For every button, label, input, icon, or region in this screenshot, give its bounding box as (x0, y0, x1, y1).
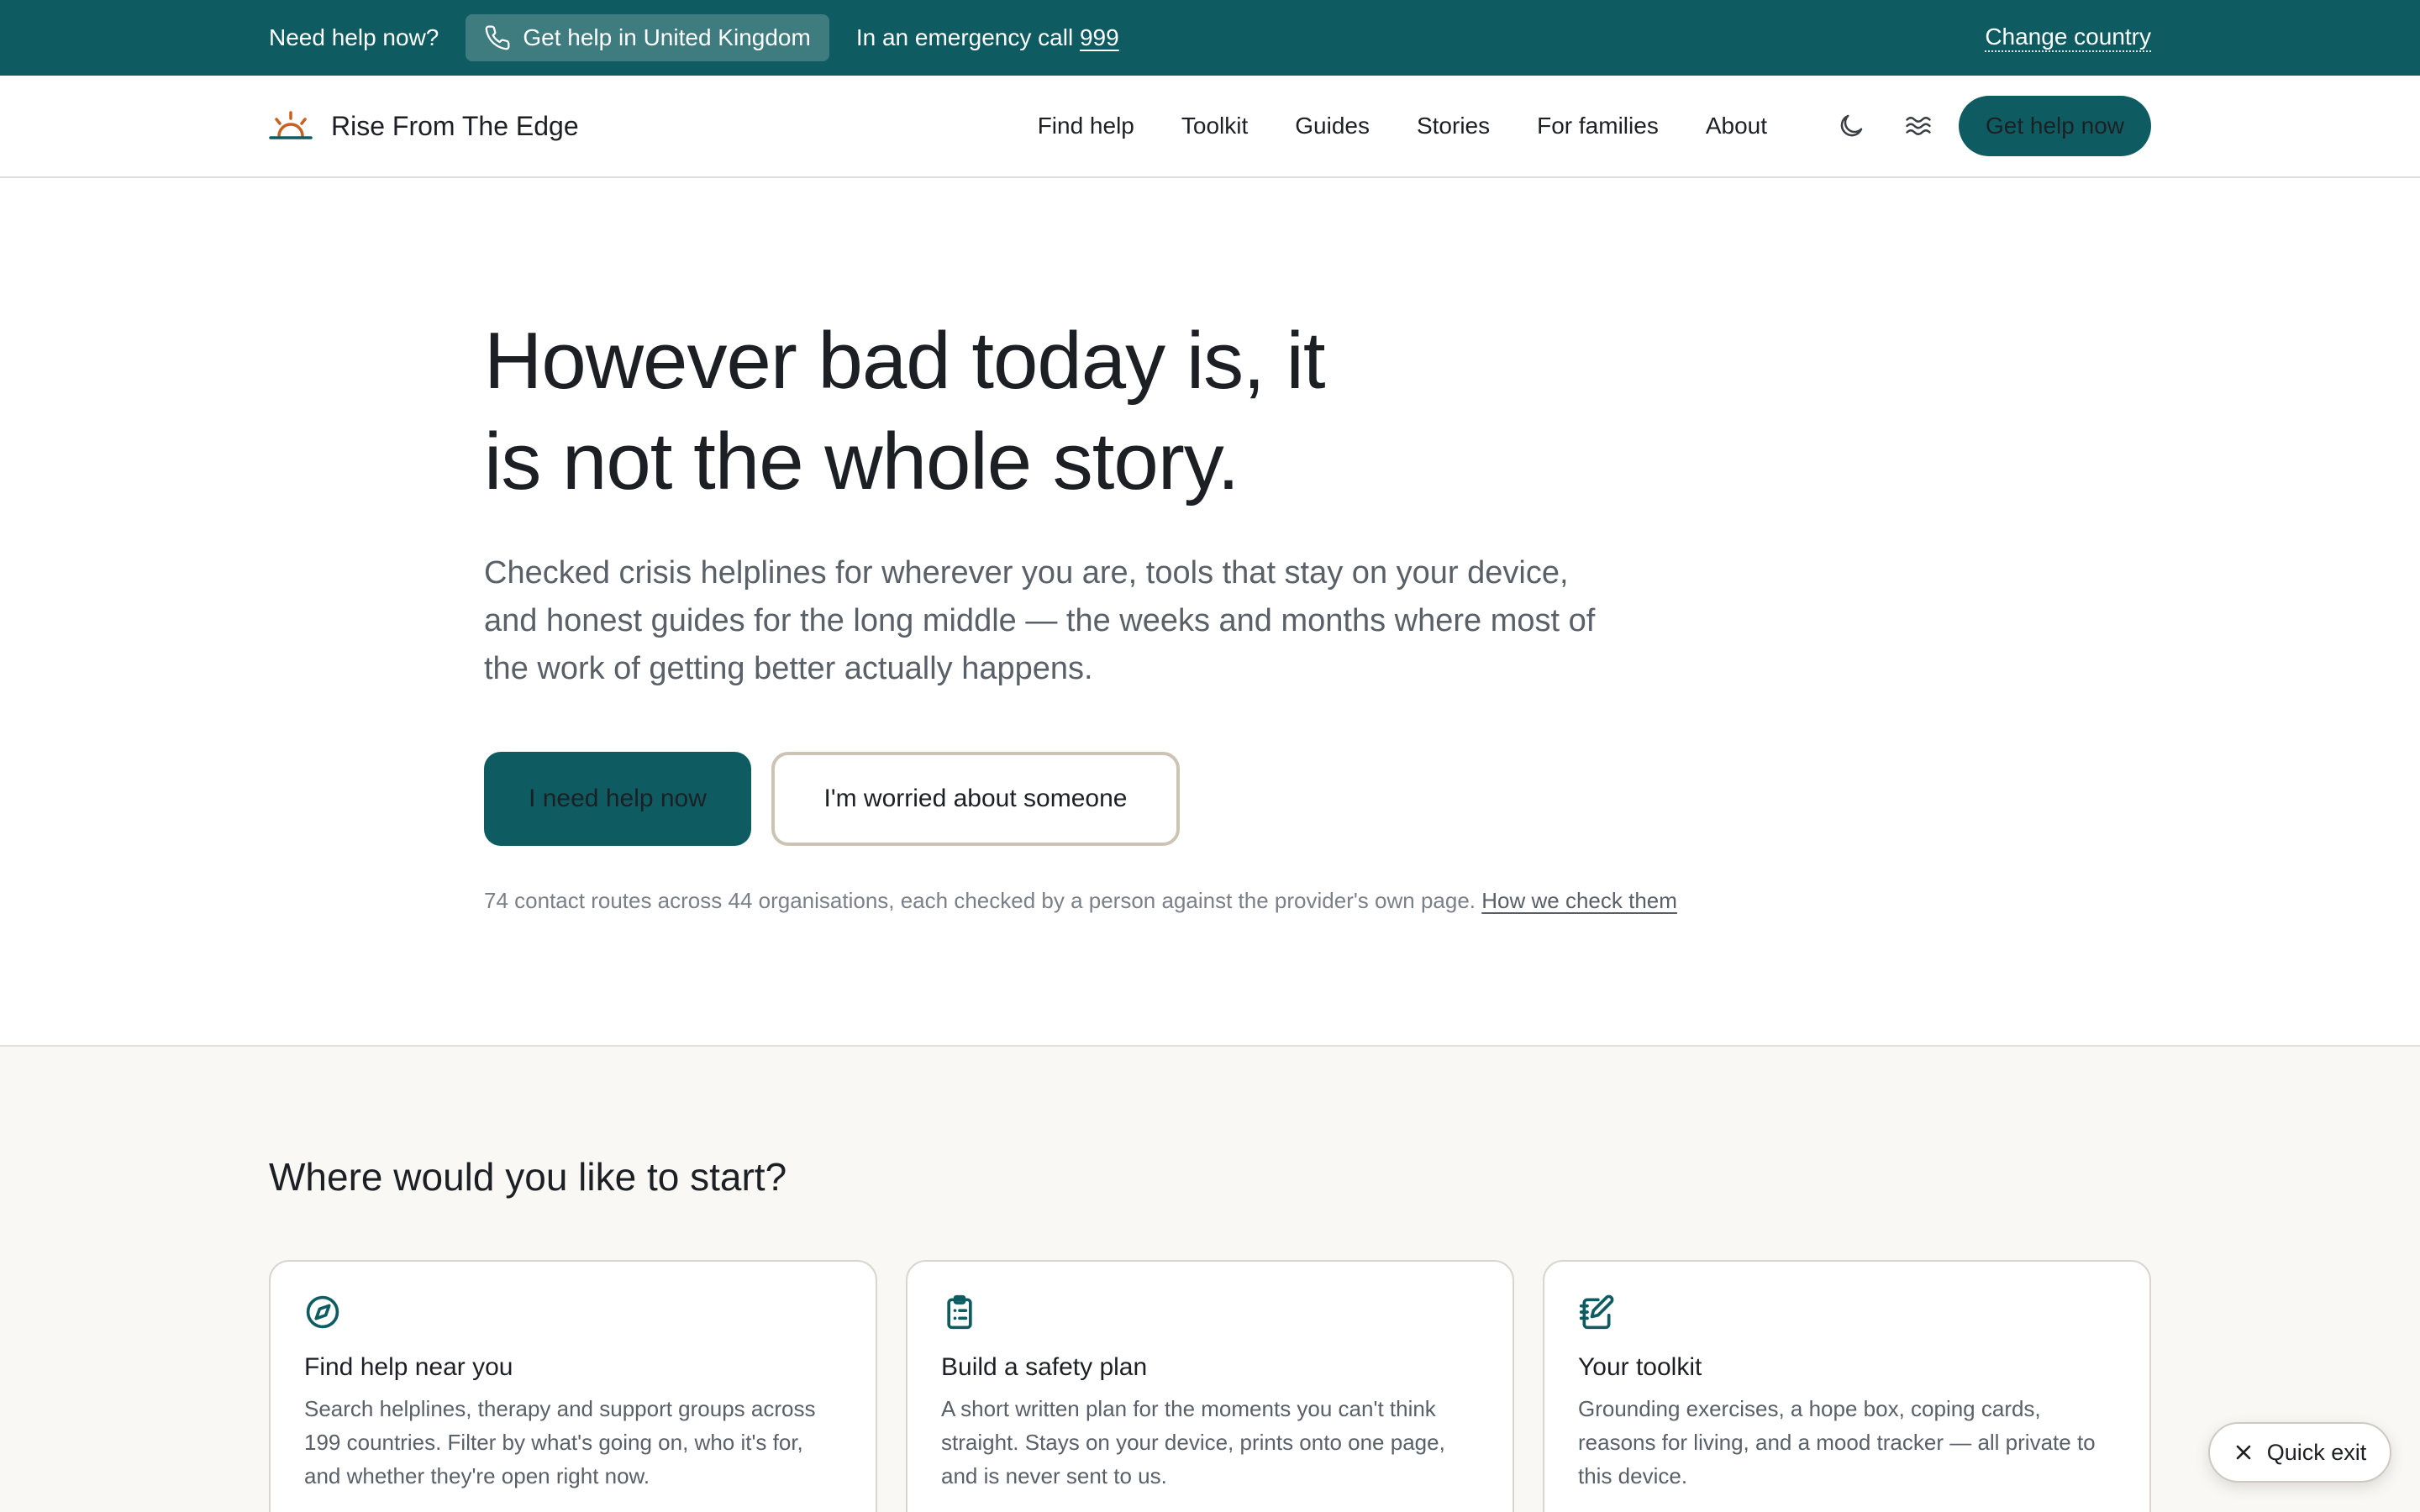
emergency-text: In an emergency call 999 (856, 24, 1119, 51)
close-icon (2236, 1445, 2251, 1460)
quick-exit-label: Quick exit (2266, 1439, 2367, 1465)
need-help-now-button[interactable]: I need help now (484, 752, 751, 846)
emergency-prefix: In an emergency call (855, 24, 1074, 50)
card-title: Build a safety plan (941, 1353, 1148, 1381)
change-country-link[interactable]: Change country (1985, 24, 2151, 53)
hero-section: However bad today is, it is not the whol… (484, 311, 1996, 914)
phone-icon (486, 25, 510, 50)
nav-stories[interactable]: Stories (1417, 113, 1490, 139)
card-icon-wrap (941, 1294, 1479, 1335)
waves-icon (1906, 117, 1931, 135)
hero-title-line-1: However bad today is, it (484, 316, 1325, 406)
nav-guides[interactable]: Guides (1295, 113, 1370, 139)
sunrise-logo-icon (269, 111, 313, 139)
card-icon-wrap (304, 1294, 842, 1335)
nav-about[interactable]: About (1706, 113, 1767, 139)
calm-mode-toggle[interactable] (1895, 102, 1942, 150)
start-section-title: Where would you like to start? (269, 1155, 787, 1199)
worried-about-someone-button[interactable]: I'm worried about someone (771, 752, 1180, 846)
emergency-number-link[interactable]: 999 (1080, 24, 1119, 50)
verification-note-text: 74 contact routes across 44 organisation… (484, 888, 1476, 913)
nav-for-families[interactable]: For families (1537, 113, 1659, 139)
card-icon-wrap (1578, 1294, 2116, 1335)
notebook-pen-icon (1579, 1294, 1614, 1330)
nav-toolkit[interactable]: Toolkit (1181, 113, 1248, 139)
hero-actions: I need help now I'm worried about someon… (484, 752, 1996, 846)
need-help-text: Need help now? (269, 24, 439, 50)
card-description: Grounding exercises, a hope box, coping … (1578, 1396, 2096, 1488)
card-title: Find help near you (304, 1353, 513, 1381)
help-bar-inner: Need help now? Get help in United Kingdo… (269, 0, 2151, 76)
nav-find-help[interactable]: Find help (1038, 113, 1134, 139)
dark-mode-toggle[interactable] (1828, 102, 1875, 150)
card-safety-plan[interactable]: Build a safety plan A short written plan… (906, 1260, 1514, 1512)
hero-title: However bad today is, it is not the whol… (484, 311, 1492, 512)
card-find-help[interactable]: Find help near you Search helplines, the… (269, 1260, 877, 1512)
help-bar: Need help now? Get help in United Kingdo… (0, 0, 2420, 76)
brand-link[interactable]: Rise From The Edge (269, 109, 579, 143)
get-help-now-button[interactable]: Get help now (1959, 96, 2151, 156)
moon-icon (1840, 114, 1863, 137)
start-cards: Find help near you Search helplines, the… (269, 1260, 2151, 1512)
card-toolkit[interactable]: Your toolkit Grounding exercises, a hope… (1543, 1260, 2151, 1512)
get-help-country-label: Get help in United Kingdom (523, 24, 811, 50)
quick-exit-button[interactable]: Quick exit (2208, 1422, 2391, 1483)
hero-subtitle: Checked crisis helplines for wherever yo… (484, 555, 1596, 686)
site-header-inner: Rise From The Edge Find help Toolkit Gui… (269, 76, 2151, 176)
main-nav: Find help Toolkit Guides Stories For fam… (1038, 113, 1767, 139)
how-we-check-link[interactable]: How we check them (1481, 888, 1677, 913)
card-description: Search helplines, therapy and support gr… (304, 1396, 816, 1488)
get-help-country-button[interactable]: Get help in United Kingdom (466, 14, 829, 61)
compass-icon (306, 1295, 339, 1329)
brand-name: Rise From The Edge (331, 110, 579, 141)
hero-title-line-2: is not the whole story. (484, 417, 1239, 507)
start-section: Where would you like to start? Find help… (0, 1045, 2420, 1512)
site-header: Rise From The Edge Find help Toolkit Gui… (0, 76, 2420, 178)
verification-note: 74 contact routes across 44 organisation… (484, 888, 1996, 914)
clipboard-icon (947, 1294, 972, 1330)
card-description: A short written plan for the moments you… (941, 1396, 1445, 1488)
card-title: Your toolkit (1578, 1353, 1702, 1381)
